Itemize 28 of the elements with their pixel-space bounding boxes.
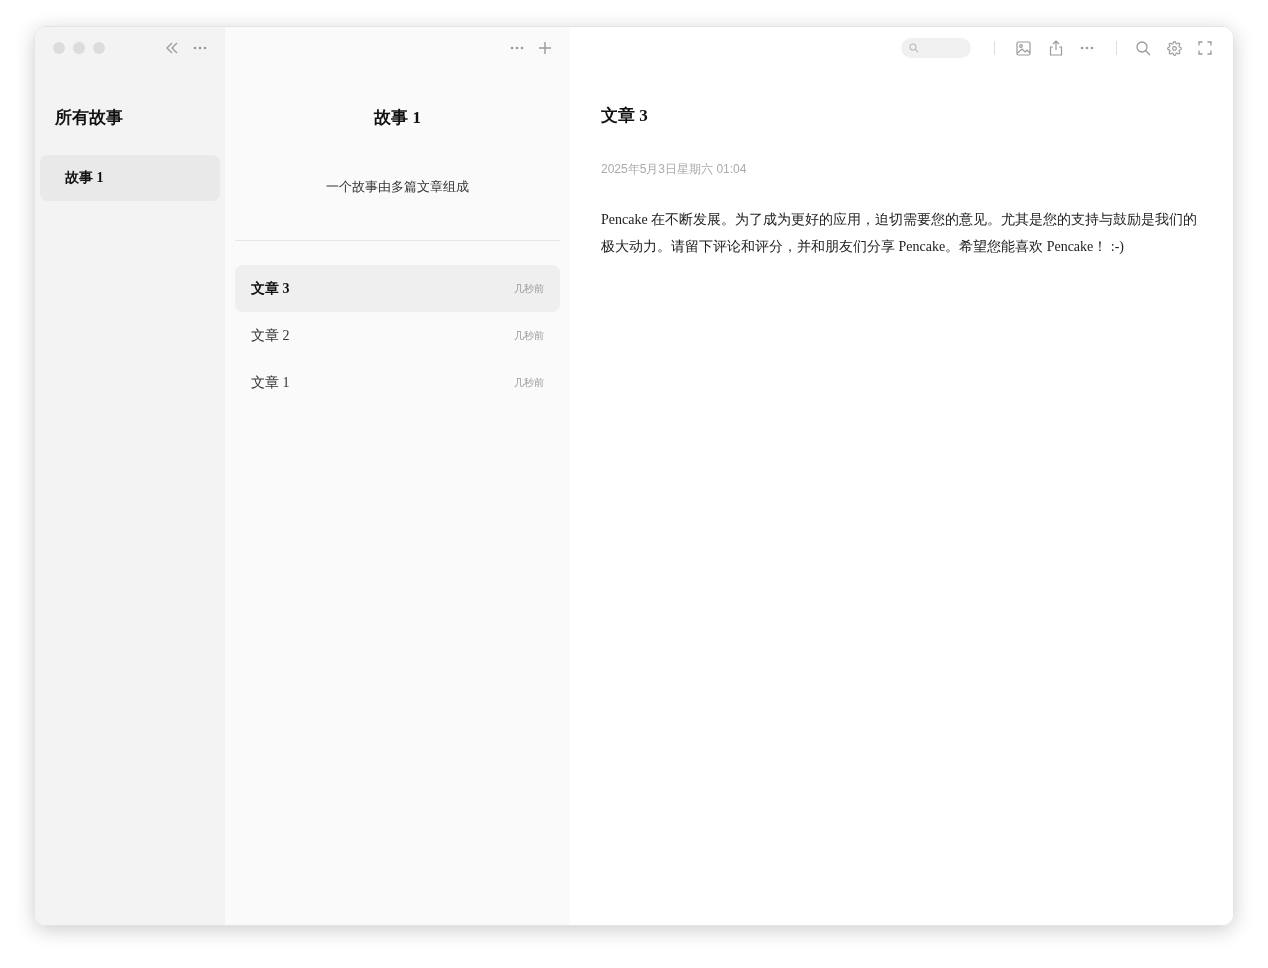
fullscreen-icon[interactable] (1198, 41, 1212, 55)
article-item-title: 文章 2 (251, 327, 290, 345)
article-item-title: 文章 3 (251, 280, 290, 298)
story-description: 一个故事由多篇文章组成 (325, 177, 470, 196)
search-field[interactable] (901, 38, 971, 58)
search-icon[interactable] (1136, 40, 1151, 56)
add-icon[interactable] (538, 41, 552, 55)
image-icon[interactable] (1016, 40, 1031, 56)
story-title: 故事 1 (372, 107, 422, 129)
sidebar-title: 所有故事 (55, 107, 124, 129)
collapse-sidebar-icon[interactable] (165, 42, 179, 54)
article-item-time: 几秒前 (514, 376, 544, 390)
article-item[interactable]: 文章 3 几秒前 (235, 265, 560, 312)
article-date: 2025年5月3日星期六 01:04 (601, 160, 748, 178)
share-icon[interactable] (1049, 40, 1063, 56)
more-icon[interactable] (193, 46, 207, 50)
article-item-time: 几秒前 (514, 282, 544, 296)
search-icon (909, 43, 919, 53)
article-body: Pencake 在不断发展。为了成为更好的应用，迫切需要您的意见。尤其是您的支持与鼓励是我们的极大动力。请留下评论和评分，并和朋友们分享 Pencake。希望您能喜欢 Pencake！ :-) (601, 210, 1199, 256)
story-item[interactable]: 故事 1 (40, 154, 220, 201)
article-title: 文章 3 (601, 105, 649, 127)
article-item-time: 几秒前 (514, 329, 544, 343)
article-item[interactable]: 文章 2 几秒前 (235, 312, 560, 359)
settings-icon[interactable] (1167, 40, 1182, 56)
more-icon[interactable] (1080, 46, 1094, 50)
article-item-title: 文章 1 (251, 374, 290, 392)
more-icon[interactable] (510, 46, 524, 50)
article-item[interactable]: 文章 1 几秒前 (235, 359, 560, 406)
